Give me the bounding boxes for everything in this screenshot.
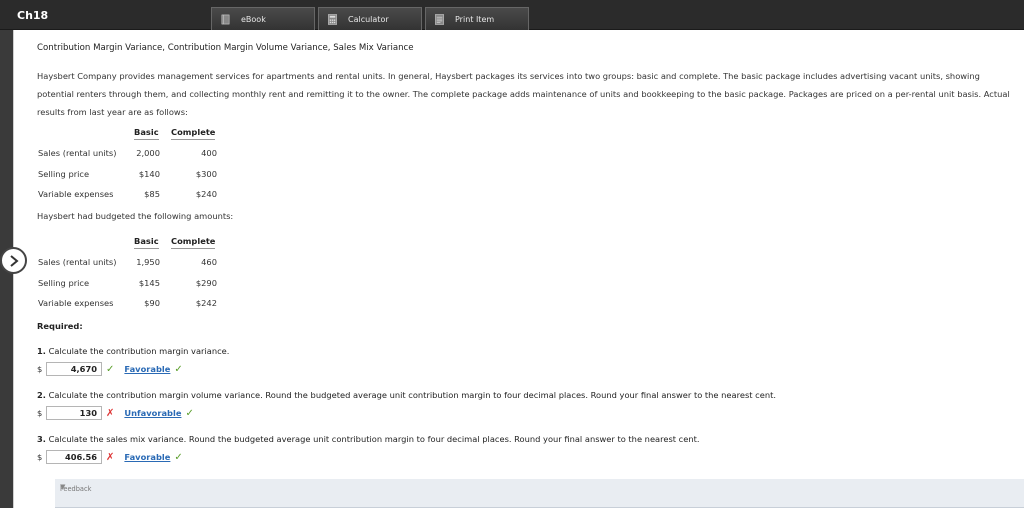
budget-cell-basic: $90: [144, 298, 160, 308]
budget-row-label: Variable expenses: [38, 298, 114, 308]
variance-type-select-3[interactable]: Favorable: [124, 452, 170, 462]
actual-cell-complete: $240: [195, 189, 217, 199]
calculator-button[interactable]: Calculator: [318, 7, 422, 30]
ebook-label: eBook: [241, 14, 266, 24]
currency-symbol: $: [37, 408, 43, 418]
variance-type-select-2[interactable]: Unfavorable: [124, 408, 181, 418]
book-icon: [221, 14, 230, 24]
budget-cell-basic: 1,950: [136, 257, 160, 267]
window-title: Ch18: [17, 9, 49, 22]
answer-input-3[interactable]: 406.56: [46, 450, 102, 464]
actual-row-label: Sales (rental units): [38, 148, 117, 158]
answer-input-2[interactable]: 130: [46, 406, 102, 420]
budget-header-complete: Complete: [171, 237, 216, 250]
required-label: Required:: [37, 321, 83, 331]
question-text: Calculate the contribution margin varian…: [48, 346, 230, 356]
actual-cell-basic: 2,000: [136, 148, 160, 158]
answer-row-1: $ 4,670 ✓ Favorable ✓: [37, 362, 183, 376]
check-icon: ✓: [174, 451, 183, 463]
budget-row-label: Selling price: [38, 278, 90, 288]
x-mark-icon: ✗: [106, 407, 115, 419]
answer-row-3: $ 406.56 ✗ Favorable ✓: [37, 450, 183, 464]
calculator-label: Calculator: [348, 14, 389, 24]
check-icon: ✓: [106, 363, 115, 375]
question-text: Calculate the contribution margin volume…: [48, 390, 776, 400]
budget-row-label: Sales (rental units): [38, 257, 117, 267]
feedback-panel[interactable]: Feedback ▼: [55, 479, 1024, 508]
x-mark-icon: ✗: [106, 451, 115, 463]
currency-symbol: $: [37, 364, 43, 374]
actual-cell-complete: $300: [195, 169, 217, 179]
actual-cell-complete: 400: [201, 148, 217, 158]
question-2-text: 2. Calculate the contribution margin vol…: [37, 391, 776, 399]
next-arrow-button[interactable]: [0, 247, 27, 274]
chevron-right-icon: [9, 254, 19, 267]
budget-cell-basic: $145: [138, 278, 160, 288]
check-icon: ✓: [174, 363, 183, 375]
question-1-text: 1. Calculate the contribution margin var…: [37, 347, 229, 355]
budget-cell-complete: 460: [201, 257, 217, 267]
top-toolbar: Ch18 eBook Calculator Print Item: [0, 0, 1024, 30]
problem-heading: Contribution Margin Variance, Contributi…: [37, 43, 414, 53]
actual-header-complete: Complete: [171, 128, 216, 141]
question-number: 3.: [37, 434, 46, 444]
actual-row-label: Selling price: [38, 169, 90, 179]
problem-paragraph: Haysbert Company provides management ser…: [37, 71, 1010, 117]
budget-header-basic: Basic: [134, 237, 159, 250]
answer-row-2: $ 130 ✗ Unfavorable ✓: [37, 406, 194, 420]
actual-header-basic: Basic: [134, 128, 159, 141]
check-icon: ✓: [185, 407, 194, 419]
budget-intro-text: Haysbert had budgeted the following amou…: [37, 211, 234, 221]
question-text: Calculate the sales mix variance. Round …: [48, 434, 700, 444]
actual-cell-basic: $140: [138, 169, 160, 179]
answer-input-1[interactable]: 4,670: [46, 362, 102, 376]
ebook-button[interactable]: eBook: [211, 7, 315, 30]
budget-cell-complete: $290: [195, 278, 217, 288]
print-item-label: Print Item: [455, 14, 495, 24]
variance-type-select-1[interactable]: Favorable: [124, 364, 170, 374]
actual-row-label: Variable expenses: [38, 189, 114, 199]
currency-symbol: $: [37, 452, 43, 462]
print-item-button[interactable]: Print Item: [425, 7, 529, 30]
question-3-text: 3. Calculate the sales mix variance. Rou…: [37, 435, 700, 443]
actual-cell-basic: $85: [144, 189, 160, 199]
calculator-icon: [328, 13, 337, 25]
question-number: 2.: [37, 390, 46, 400]
question-number: 1.: [37, 346, 46, 356]
print-icon: [435, 13, 444, 25]
budget-cell-complete: $242: [195, 298, 217, 308]
chevron-down-icon: ▼: [60, 483, 66, 491]
